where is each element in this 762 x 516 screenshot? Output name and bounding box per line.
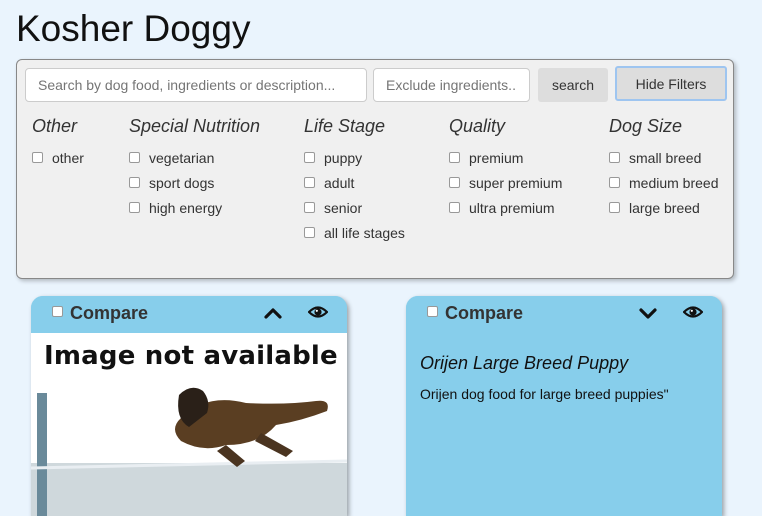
filter-option-medium-breed[interactable]: medium breed	[609, 170, 719, 195]
checkbox[interactable]	[304, 177, 315, 188]
filter-option-premium[interactable]: premium	[449, 145, 562, 170]
filter-group-life-stage: Life Stage puppy adult senior all life s…	[304, 116, 405, 245]
checkbox[interactable]	[449, 177, 460, 188]
checkbox[interactable]	[129, 152, 140, 163]
eye-icon[interactable]	[307, 304, 329, 325]
filter-group-dog-size: Dog Size small breed medium breed large …	[609, 116, 719, 220]
filter-group-title: Special Nutrition	[129, 116, 261, 136]
filter-option-senior[interactable]: senior	[304, 195, 405, 220]
filter-panel: search Hide Filters Other other Special …	[16, 59, 734, 279]
dog-jumping-image	[31, 387, 347, 516]
app-title: Kosher Doggy	[16, 8, 251, 49]
filter-option-adult[interactable]: adult	[304, 170, 405, 195]
checkbox[interactable]	[304, 202, 315, 213]
filter-group-quality: Quality premium super premium ultra prem…	[449, 116, 562, 220]
chevron-up-icon[interactable]	[264, 305, 282, 326]
filter-group-title: Quality	[449, 116, 506, 136]
filter-option-super-premium[interactable]: super premium	[449, 170, 562, 195]
checkbox[interactable]	[449, 202, 460, 213]
filter-group-title: Other	[32, 116, 78, 136]
filter-option-other[interactable]: other	[32, 145, 84, 170]
compare-checkbox[interactable]	[52, 306, 63, 317]
checkbox[interactable]	[304, 152, 315, 163]
filter-option-large-breed[interactable]: large breed	[609, 195, 719, 220]
card-header: Compare	[31, 296, 347, 332]
exclude-ingredients-input[interactable]	[373, 68, 530, 102]
filter-option-all-life-stages[interactable]: all life stages	[304, 220, 405, 245]
filter-option-small-breed[interactable]: small breed	[609, 145, 719, 170]
filter-option-puppy[interactable]: puppy	[304, 145, 405, 170]
eye-icon[interactable]	[682, 304, 704, 325]
filter-option-vegetarian[interactable]: vegetarian	[129, 145, 260, 170]
filter-group-title: Life Stage	[304, 116, 386, 136]
search-button[interactable]: search	[538, 68, 608, 102]
checkbox[interactable]	[304, 227, 315, 238]
search-input[interactable]	[25, 68, 367, 102]
checkbox[interactable]	[129, 177, 140, 188]
compare-checkbox[interactable]	[427, 306, 438, 317]
filter-option-sport-dogs[interactable]: sport dogs	[129, 170, 260, 195]
product-image: Image not available	[31, 333, 347, 516]
checkbox[interactable]	[32, 152, 43, 163]
filter-option-high-energy[interactable]: high energy	[129, 195, 260, 220]
filter-group-other: Other other	[32, 116, 84, 170]
compare-label: Compare	[70, 303, 149, 323]
filter-group-title: Dog Size	[609, 116, 683, 136]
checkbox[interactable]	[449, 152, 460, 163]
hide-filters-button[interactable]: Hide Filters	[615, 66, 727, 101]
checkbox[interactable]	[609, 202, 620, 213]
checkbox[interactable]	[129, 202, 140, 213]
filter-option-ultra-premium[interactable]: ultra premium	[449, 195, 562, 220]
product-card: Compare Orijen Large Breed Puppy Orijen …	[406, 296, 722, 516]
filter-group-special-nutrition: Special Nutrition vegetarian sport dogs …	[129, 116, 260, 220]
product-name[interactable]: Orijen Large Breed Puppy	[420, 353, 628, 374]
checkbox[interactable]	[609, 177, 620, 188]
checkbox[interactable]	[609, 152, 620, 163]
chevron-down-icon[interactable]	[639, 305, 657, 326]
product-card: Compare Image not available	[31, 296, 347, 516]
card-header: Compare	[406, 296, 722, 332]
compare-label: Compare	[445, 303, 524, 323]
product-description: Orijen dog food for large breed puppies"	[420, 386, 669, 402]
